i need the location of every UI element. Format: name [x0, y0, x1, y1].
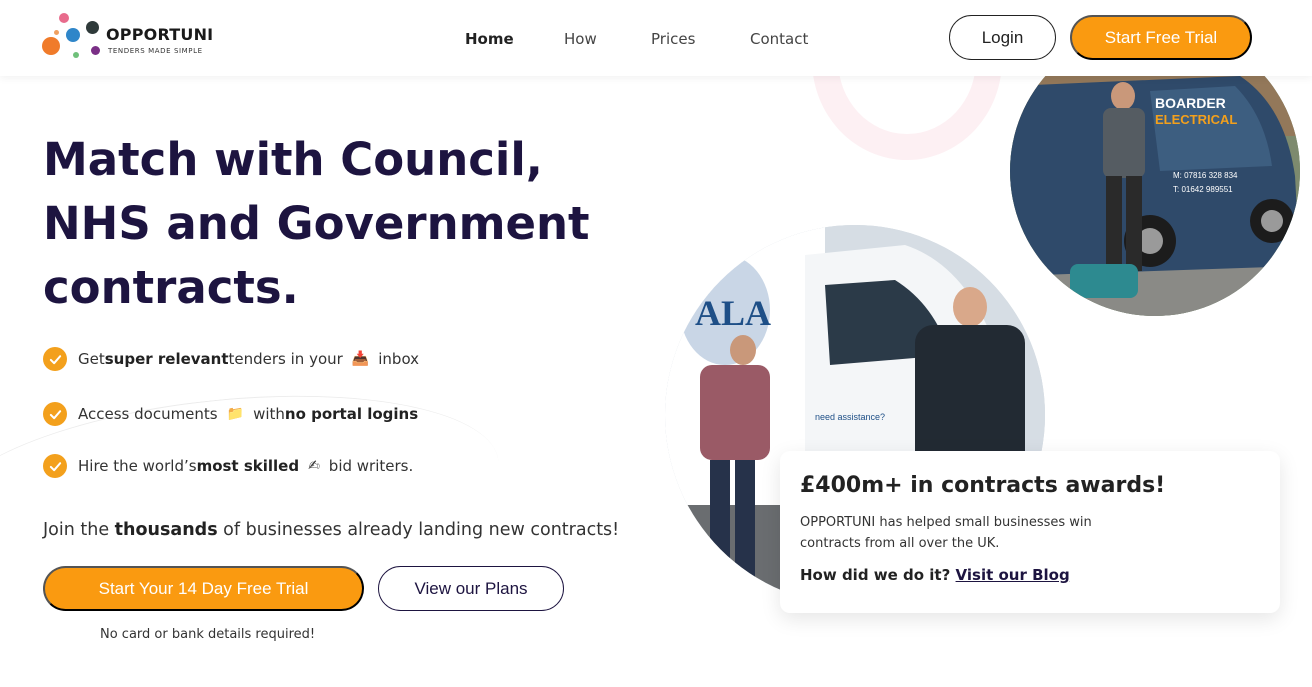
van-logo-text: ALA [695, 293, 771, 333]
feature-item-relevant-tenders: Get super relevant tenders in your 📥 inb… [43, 347, 419, 371]
van-brand-subtext: ELECTRICAL [1155, 112, 1237, 127]
site-header: OPPORTUNI TENDERS MADE SIMPLE Home How P… [0, 0, 1312, 76]
folder-icon: 📁 [226, 406, 245, 422]
start-14-day-trial-button[interactable]: Start Your 14 Day Free Trial [43, 566, 364, 611]
van-phone-t: T: 01642 989551 [1173, 185, 1233, 194]
stats-card-text: OPPORTUNI has helped small businesses wi… [800, 515, 1092, 551]
logo-tagline: TENDERS MADE SIMPLE [108, 47, 203, 55]
logo-dot-purple [91, 46, 100, 55]
hero-title-line-2: NHS and Government [43, 197, 590, 250]
nav-home[interactable]: Home [465, 30, 514, 48]
logo-dot-pink [59, 13, 69, 23]
visit-blog-link[interactable]: Visit our Blog [956, 566, 1070, 584]
logo-dot-orange [42, 37, 60, 55]
logo-dot-small-orange [54, 30, 59, 35]
feature-text-after: bid writers. [328, 457, 414, 475]
stats-card: £400m+ in contracts awards! OPPORTUNI ha… [780, 451, 1280, 613]
hero-title-line-3: contracts. [43, 261, 299, 314]
check-icon [43, 402, 67, 426]
no-card-note: No card or bank details required! [100, 627, 316, 642]
logo-dot-green [73, 52, 79, 58]
join-text-pre: Join the [43, 520, 115, 540]
feature-text-post: tenders in your [228, 350, 343, 368]
hero-title: Match with Council, NHS and Government c… [43, 128, 603, 320]
feature-text-mid: with [253, 405, 285, 423]
feature-text-pre: Get [78, 350, 105, 368]
van-side-text: need assistance? [815, 412, 885, 422]
stats-card-question-text: How did we do it? [800, 566, 951, 584]
stats-card-title: £400m+ in contracts awards! [800, 473, 1166, 498]
logo[interactable]: OPPORTUNI TENDERS MADE SIMPLE [42, 12, 222, 62]
feature-item-bid-writers: Hire the world’s most skilled ✍ bid writ… [43, 454, 413, 478]
feature-item-documents: Access documents 📁 with no portal logins [43, 402, 418, 426]
van-phone-m: M: 07816 328 834 [1173, 171, 1238, 180]
nav-how[interactable]: How [564, 30, 597, 48]
writing-hand-icon: ✍ [308, 458, 320, 474]
join-text-bold: thousands [114, 520, 218, 540]
check-icon [43, 347, 67, 371]
logo-dot-blue [66, 28, 80, 42]
feature-text-bold: super relevant [104, 350, 229, 368]
join-text-post: of businesses already landing new contra… [217, 520, 620, 540]
nav-prices[interactable]: Prices [651, 30, 695, 48]
feature-text-after: inbox [378, 350, 420, 368]
login-button[interactable]: Login [949, 15, 1056, 60]
feature-text-bold: most skilled [196, 457, 300, 475]
join-text: Join the thousands of businesses already… [43, 520, 619, 540]
view-plans-button[interactable]: View our Plans [378, 566, 564, 611]
hero-title-line-1: Match with Council, [43, 133, 543, 186]
start-free-trial-button[interactable]: Start Free Trial [1070, 15, 1252, 60]
feature-text-pre: Hire the world’s [78, 457, 197, 475]
feature-text-bold: no portal logins [284, 405, 419, 423]
logo-wordmark: OPPORTUNI [106, 25, 214, 44]
nav-contact[interactable]: Contact [750, 30, 808, 48]
van-brand-text: BOARDER [1155, 95, 1226, 111]
feature-text-pre: Access documents [78, 405, 218, 423]
stats-card-question: How did we do it? Visit our Blog [800, 566, 1260, 584]
check-icon [43, 454, 67, 478]
logo-dot-dark [86, 21, 99, 34]
inbox-icon: 📥 [351, 351, 370, 367]
